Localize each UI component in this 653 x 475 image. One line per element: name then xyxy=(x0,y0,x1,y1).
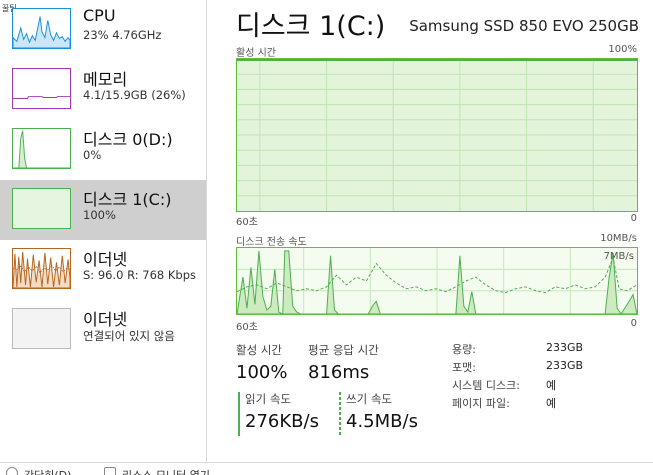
active-time-graph xyxy=(236,58,638,212)
response-time-stat-label: 평균 응답 시간 xyxy=(308,343,379,357)
active-time-stat-value: 100% xyxy=(236,362,288,383)
sidebar-item-subtitle: 0% xyxy=(83,148,102,162)
active-time-chart-label: 활성 시간 xyxy=(236,48,276,59)
sidebar-item-ethernet-1[interactable]: 이더넷 S: 96.0 R: 768 Kbps xyxy=(0,240,206,300)
disk-0-thumbnail-graph xyxy=(12,128,71,169)
active-time-chart-max: 100% xyxy=(608,44,637,55)
sidebar-item-subtitle: 100% xyxy=(83,208,116,222)
disk-detail-panel: 디스크 1(C:) Samsung SSD 850 EVO 250GB 활성 시… xyxy=(208,0,653,475)
page-file-value: 예 xyxy=(546,397,557,410)
cpu-thumbnail-graph xyxy=(12,8,71,49)
page-file-label: 페이지 파일: xyxy=(452,397,510,410)
sidebar-item-subtitle: 23% 4.76GHz xyxy=(83,28,162,42)
collapse-chevron-icon[interactable] xyxy=(6,467,18,475)
ethernet-1-thumbnail-graph xyxy=(12,248,71,289)
capacity-label: 용량: xyxy=(452,343,476,356)
sidebar-item-disk-0[interactable]: 디스크 0(D:) 0% xyxy=(0,120,206,180)
read-speed-value: 276KB/s xyxy=(245,411,319,432)
memory-thumbnail-graph xyxy=(12,68,71,109)
resource-monitor-icon[interactable] xyxy=(104,467,116,475)
transfer-rate-graph: 7MB/s xyxy=(236,247,638,315)
fewer-details-link[interactable]: 간단히(D) xyxy=(24,467,71,475)
sidebar-item-subtitle: S: 96.0 R: 768 Kbps xyxy=(83,268,196,282)
response-time-stat-value: 816ms xyxy=(308,362,370,383)
sidebar-item-subtitle: 4.1/15.9GB (26%) xyxy=(83,88,186,102)
sidebar-item-disk-1[interactable]: 디스크 1(C:) 100% xyxy=(0,180,206,240)
transfer-rate-inner-mark: 7MB/s xyxy=(603,251,634,262)
write-speed-label: 쓰기 속도 xyxy=(346,392,392,406)
write-speed-value: 4.5MB/s xyxy=(346,411,418,432)
sidebar-item-subtitle: 연결되어 있지 않음 xyxy=(83,329,175,343)
formatted-value: 233GB xyxy=(546,359,584,372)
active-time-chart-zero: 0 xyxy=(630,213,637,224)
transfer-rate-chart-max: 10MB/s xyxy=(600,233,637,244)
transfer-rate-chart-zero: 0 xyxy=(630,318,637,329)
system-disk-value: 예 xyxy=(546,379,557,392)
sidebar-item-title: 이더넷 xyxy=(83,250,128,269)
read-speed-label: 읽기 속도 xyxy=(245,392,291,406)
system-disk-label: 시스템 디스크: xyxy=(452,379,520,392)
disk-1-thumbnail-graph xyxy=(12,188,71,229)
formatted-label: 포맷: xyxy=(452,361,476,374)
ethernet-2-thumbnail-graph xyxy=(12,308,71,349)
sidebar-item-memory[interactable]: 메모리 4.1/15.9GB (26%) xyxy=(0,60,206,120)
active-time-stat-label: 활성 시간 xyxy=(236,343,282,357)
sidebar-item-ethernet-2[interactable]: 이더넷 연결되어 있지 않음 xyxy=(0,300,206,360)
page-title: 디스크 1(C:) xyxy=(236,11,386,42)
capacity-value: 233GB xyxy=(546,341,584,354)
disk-model: Samsung SSD 850 EVO 250GB xyxy=(409,17,639,35)
active-time-chart-timespan: 60초 xyxy=(236,217,258,228)
sidebar-item-title: 디스크 0(D:) xyxy=(83,130,173,149)
write-speed-indicator xyxy=(339,392,341,436)
sidebar-item-title: 디스크 1(C:) xyxy=(83,190,172,209)
transfer-rate-chart-label: 디스크 전송 속도 xyxy=(236,237,307,248)
sidebar-item-title: 이더넷 xyxy=(83,310,128,329)
sidebar-item-title: CPU xyxy=(83,6,116,25)
sidebar: CPU 23% 4.76GHz 메모리 4.1/15.9GB (26%) 디스크… xyxy=(0,0,207,462)
footer-bar: 간단히(D) 리소스 모니터 열기 xyxy=(0,462,653,475)
sidebar-item-title: 메모리 xyxy=(83,70,128,89)
open-resource-monitor-link[interactable]: 리소스 모니터 열기 xyxy=(122,467,210,475)
transfer-rate-chart-timespan: 60초 xyxy=(236,322,258,333)
read-speed-indicator xyxy=(238,392,240,436)
sidebar-item-cpu[interactable]: CPU 23% 4.76GHz xyxy=(0,0,206,60)
